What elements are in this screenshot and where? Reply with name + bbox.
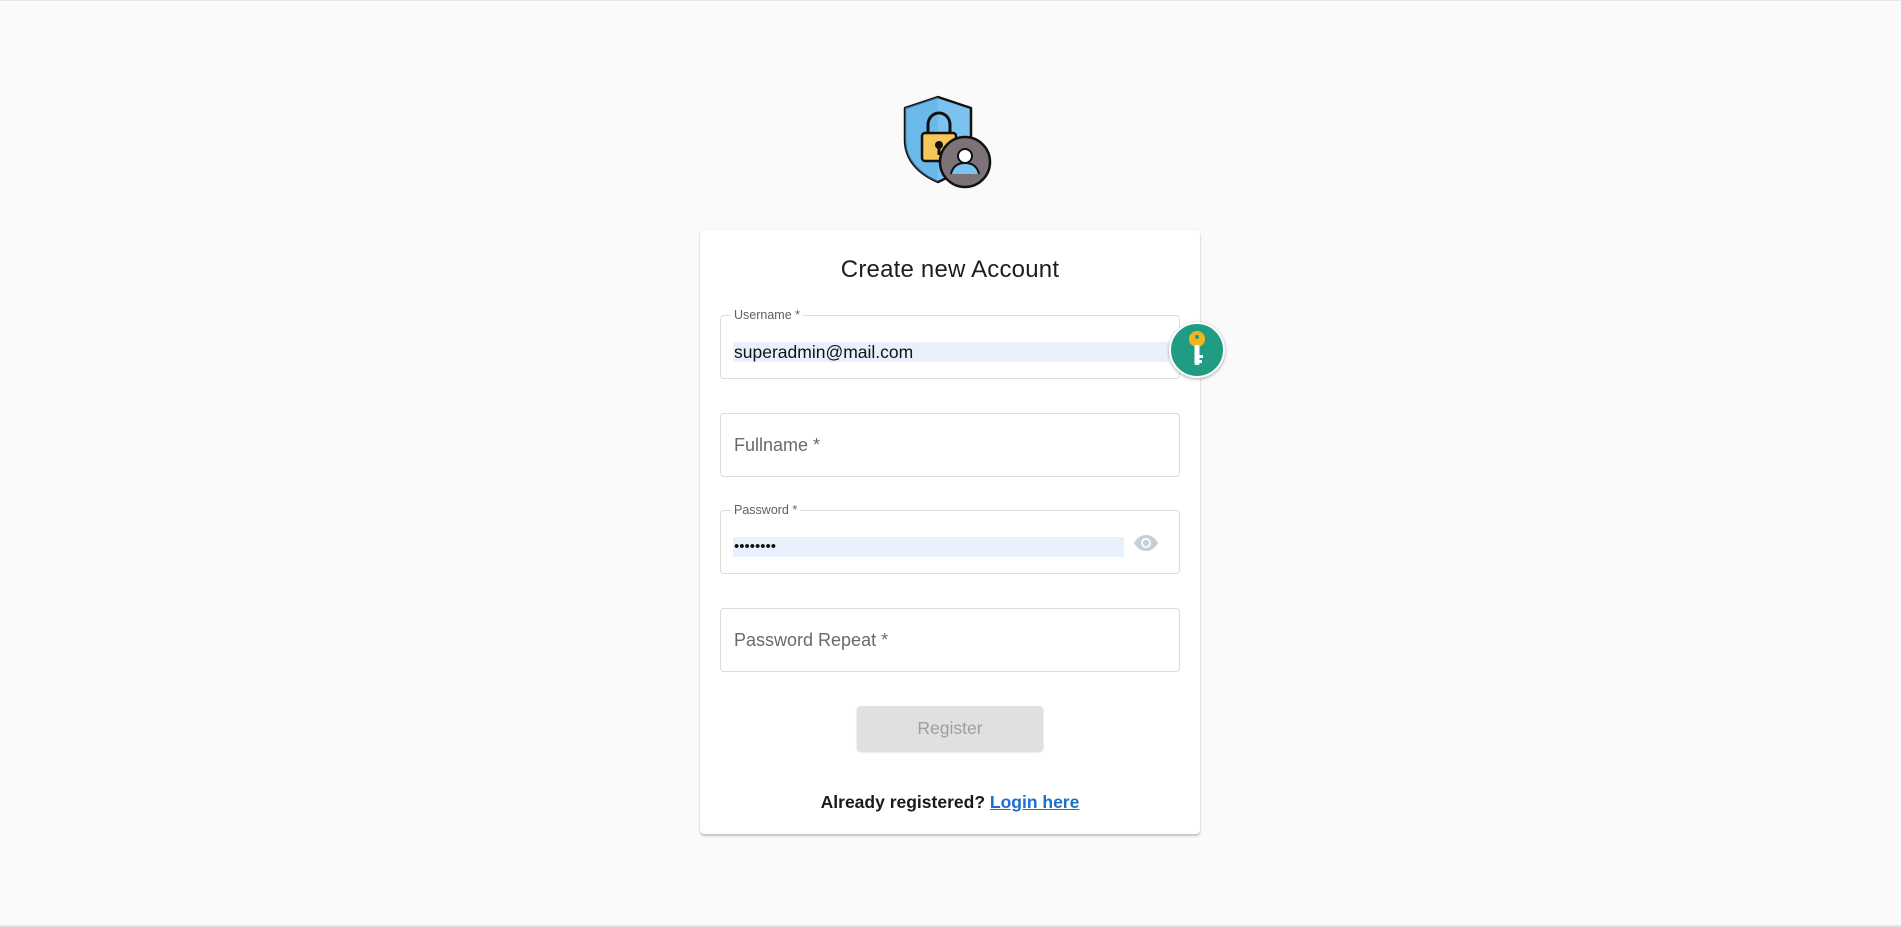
password-repeat-placeholder: Password Repeat * — [734, 630, 889, 650]
fullname-placeholder: Fullname * — [734, 435, 821, 455]
username-input[interactable]: superadmin@mail.com — [733, 342, 1169, 362]
username-label: Username * — [731, 307, 803, 323]
password-input[interactable]: •••••••• — [733, 537, 1124, 557]
register-card: Create new Account Username * superadmin… — [700, 230, 1200, 834]
key-icon — [1189, 331, 1205, 365]
already-registered-text: Already registered? — [820, 792, 986, 812]
eye-icon[interactable] — [1133, 534, 1159, 552]
password-label: Password * — [731, 502, 801, 518]
login-prompt: Already registered? Login here — [700, 792, 1200, 813]
username-field[interactable]: Username * superadmin@mail.com — [720, 307, 1180, 379]
page: Create new Account Username * superadmin… — [0, 0, 1901, 927]
password-manager-button[interactable] — [1169, 322, 1225, 378]
register-button[interactable]: Register — [857, 706, 1043, 751]
password-field[interactable]: Password * •••••••• — [720, 502, 1180, 574]
password-repeat-field[interactable]: Password Repeat * — [720, 608, 1180, 672]
fullname-field[interactable]: Fullname * — [720, 413, 1180, 477]
page-title: Create new Account — [840, 256, 1060, 283]
shield-lock-user-icon — [903, 95, 992, 189]
login-link[interactable]: Login here — [990, 792, 1079, 812]
